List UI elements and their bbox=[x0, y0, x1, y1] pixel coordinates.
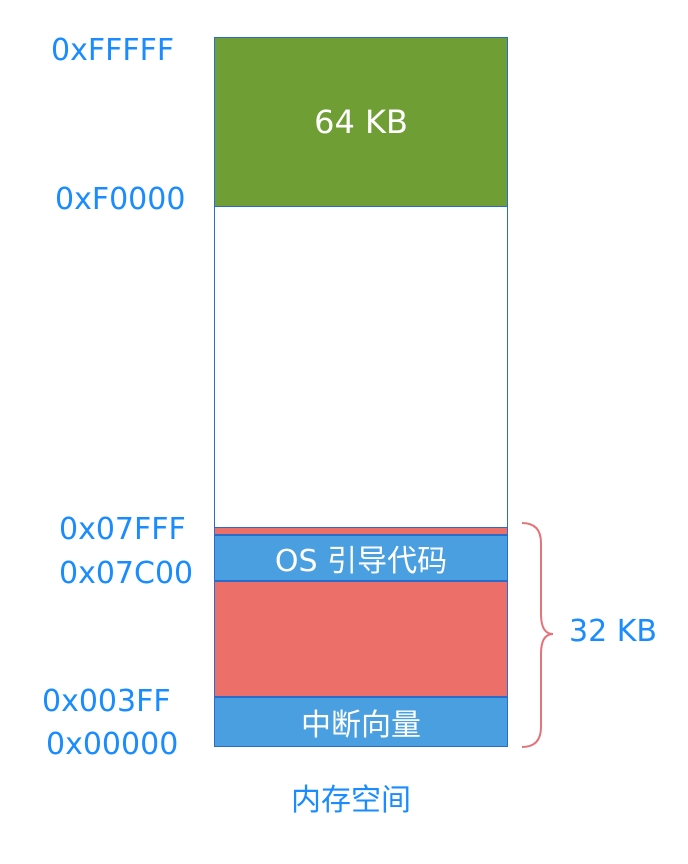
middle-block bbox=[214, 581, 508, 697]
address-label-fffff: 0xFFFFF bbox=[51, 33, 175, 68]
bios-size-label: 64 KB bbox=[314, 103, 408, 141]
bios-block: 64 KB bbox=[214, 37, 508, 207]
brace-size-label: 32 KB bbox=[569, 614, 657, 649]
address-label-003ff: 0x003FF bbox=[42, 684, 171, 719]
address-label-07c00: 0x07C00 bbox=[59, 556, 194, 591]
address-label-f0000: 0xF0000 bbox=[55, 182, 186, 217]
address-label-07fff: 0x07FFF bbox=[59, 512, 186, 547]
os-boot-code-label: OS 引导代码 bbox=[274, 544, 448, 579]
interrupt-vector-label: 中断向量 bbox=[301, 708, 421, 743]
interrupt-vector-block: 中断向量 bbox=[214, 697, 508, 747]
free-memory-block bbox=[214, 207, 508, 527]
os-boot-code-block: OS 引导代码 bbox=[214, 535, 508, 581]
address-label-00000: 0x00000 bbox=[46, 727, 179, 762]
boot-top-block bbox=[214, 527, 508, 535]
diagram-caption: 内存空间 bbox=[291, 783, 411, 818]
